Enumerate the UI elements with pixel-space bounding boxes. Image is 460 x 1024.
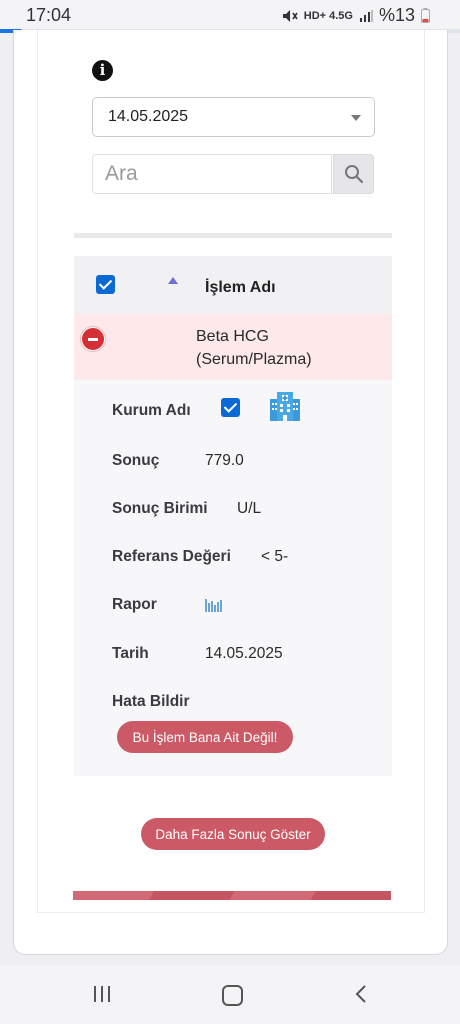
battery-level: %13 <box>378 5 415 25</box>
show-more-results-button[interactable]: Daha Fazla Sonuç Göster <box>141 818 325 850</box>
bar-chart-icon[interactable] <box>205 596 222 612</box>
detail-label-hata-bildir: Hata Bildir <box>112 693 190 710</box>
detail-value-referans-degeri: < 5- <box>261 548 289 565</box>
table-row[interactable]: Beta HCG (Serum/Plazma) <box>74 314 392 380</box>
network-label: HD+ 4.5G <box>303 9 353 22</box>
battery-icon <box>421 8 430 23</box>
search-icon <box>345 165 364 184</box>
date-select-value: 14.05.2025 <box>108 108 189 125</box>
detail-label-tarih: Tarih <box>112 645 149 662</box>
status-icons: HD+ 4.5G %13 <box>282 5 430 26</box>
info-icon[interactable]: i <box>92 60 113 81</box>
test-name: Beta HCG (Serum/Plazma) <box>196 328 312 368</box>
search-button[interactable] <box>333 154 374 194</box>
date-select[interactable]: 14.05.2025 <box>92 97 375 137</box>
home-icon[interactable] <box>222 985 243 1006</box>
table-header: İşlem Adı <box>74 256 392 315</box>
select-all-checkbox[interactable] <box>96 275 115 294</box>
status-bar: 17:04 HD+ 4.5G %13 <box>0 0 460 30</box>
divider <box>74 233 392 238</box>
report-error-button[interactable]: Bu İşlem Bana Ait Değil! <box>117 721 293 753</box>
back-icon[interactable] <box>354 984 368 1004</box>
detail-value-sonuc: 779.0 <box>205 452 244 469</box>
kurum-adi-checkbox[interactable] <box>221 398 240 417</box>
chevron-down-icon <box>351 115 361 121</box>
status-time: 17:04 <box>26 5 72 25</box>
footer-stripe <box>73 891 391 900</box>
detail-label-sonuc-birimi: Sonuç Birimi <box>112 500 208 517</box>
detail-value-tarih: 14.05.2025 <box>205 645 283 662</box>
detail-label-kurum-adi: Kurum Adı <box>112 402 191 419</box>
hospital-icon[interactable] <box>269 390 301 422</box>
collapse-row-icon[interactable] <box>81 327 105 351</box>
sort-asc-icon[interactable] <box>168 277 178 284</box>
mute-icon <box>282 9 298 22</box>
system-nav-bar <box>0 966 460 1024</box>
detail-label-sonuc: Sonuç <box>112 452 160 469</box>
recents-icon[interactable] <box>93 985 111 1003</box>
detail-label-referans-degeri: Referans Değeri <box>112 548 231 565</box>
detail-value-sonuc-birimi: U/L <box>237 500 262 517</box>
detail-label-rapor: Rapor <box>112 596 157 613</box>
signal-icon <box>359 9 373 22</box>
search-input[interactable] <box>92 154 332 194</box>
column-header-islem-adi[interactable]: İşlem Adı <box>205 279 276 297</box>
results-table: İşlem Adı Beta HCG (Serum/Plazma) Kurum … <box>74 256 392 776</box>
